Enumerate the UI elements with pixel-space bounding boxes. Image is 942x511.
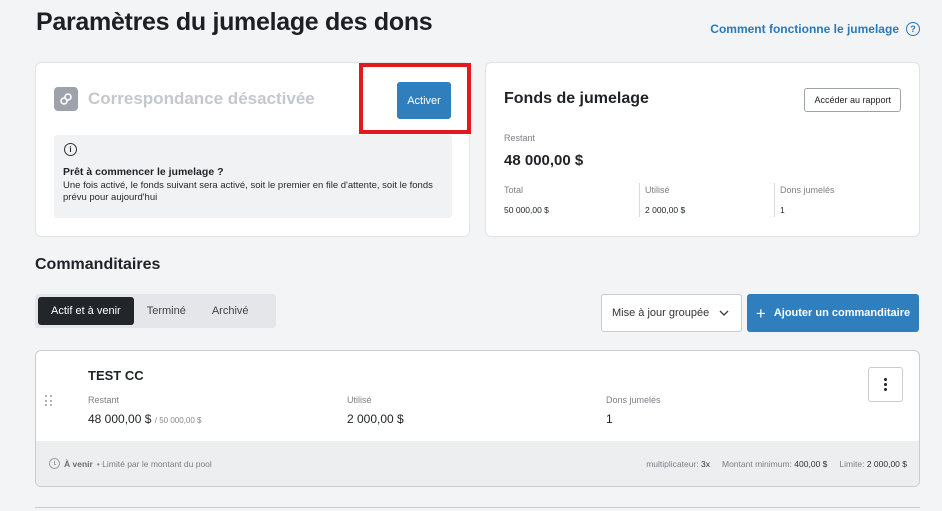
fund-remaining-value: 48 000,00 $ [504,152,584,169]
bulk-update-select[interactable]: Mise à jour groupée [601,294,742,332]
limit-label: Limite: [839,458,865,469]
tab-active-upcoming[interactable]: Actif et à venir [38,297,134,325]
sponsor-used-value: 2 000,00 $ [347,412,404,426]
fund-title: Fonds de jumelage [504,90,649,107]
fund-stat-label: Dons jumelés [780,185,835,195]
tab-completed[interactable]: Terminé [134,297,199,325]
minimum-info: Montant minimum: 400,00 $ [722,459,827,469]
sponsor-remaining-total: / 50 000,00 $ [154,416,202,425]
sponsor-name: TEST CC [88,368,144,383]
multiplier-label: multiplicateur: [646,458,699,469]
sponsor-remaining-label: Restant [88,395,120,405]
sponsor-matched: Dons jumelés 1 [606,395,661,426]
more-options-icon[interactable] [868,367,903,402]
sponsor-remaining-amount: 48 000,00 $ [88,412,152,426]
sponsor-card: TEST CC Restant 48 000,00 $ / 50 000,00 … [35,350,920,487]
add-sponsor-label: Ajouter un commanditaire [773,307,911,319]
link-icon [54,87,78,111]
help-link[interactable]: Comment fonctionne le jumelage ? [710,22,920,36]
chevron-down-icon [719,310,729,316]
sponsor-status: À venir • Limité par le montant du pool [49,458,212,469]
help-link-label: Comment fonctionne le jumelage [710,22,899,36]
add-sponsor-button[interactable]: + Ajouter un commanditaire [747,294,919,332]
fund-stat-value: 2 000,00 $ [645,205,686,215]
sponsor-footer: À venir • Limité par le montant du pool … [36,441,919,486]
matching-fund-card: Fonds de jumelage Accéder au rapport Res… [485,62,920,237]
fund-stat-matched: Dons jumelés 1 [774,183,909,217]
minimum-label: Montant minimum: [722,458,792,469]
sponsor-used-label: Utilisé [347,395,372,405]
sponsor-status-label: À venir [64,458,93,469]
info-title: Prêt à commencer le jumelage ? [63,166,224,178]
info-icon: i [64,143,77,156]
limit-value: 2 000,00 $ [866,458,907,469]
fund-remaining-label: Restant [504,133,536,143]
fund-stat-label: Total [504,185,524,195]
clock-icon [49,458,60,469]
sponsor-matched-value: 1 [606,412,613,426]
view-report-button[interactable]: Accéder au rapport [804,88,901,112]
sponsor-matched-label: Dons jumelés [606,395,661,405]
page-title: Paramètres du jumelage des dons [36,8,433,36]
sponsor-remaining: Restant 48 000,00 $ / 50 000,00 $ [88,395,201,426]
matching-status-text: Correspondance désactivée [88,89,315,108]
info-text: Une fois activé, le fonds suivant sera a… [63,180,433,203]
sponsors-section-title: Commanditaires [35,256,161,273]
fund-stat-total: Total 50 000,00 $ [504,183,639,217]
sponsor-remaining-value: 48 000,00 $ / 50 000,00 $ [88,412,201,426]
sponsor-status-note: • Limité par le montant du pool [96,458,212,469]
info-box: i Prêt à commencer le jumelage ? Une foi… [54,135,452,218]
activate-button[interactable]: Activer [397,82,451,119]
sponsor-settings: multiplicateur: 3x Montant minimum: 400,… [646,459,907,469]
tab-archived[interactable]: Archivé [199,297,262,325]
drag-handle-icon[interactable] [45,395,53,407]
sponsor-used: Utilisé 2 000,00 $ [347,395,404,426]
fund-stats: Total 50 000,00 $ Utilisé 2 000,00 $ Don… [504,183,909,217]
question-icon: ? [906,22,920,36]
matching-status-header: Correspondance désactivée [54,87,315,111]
fund-stat-value: 50 000,00 $ [504,205,549,215]
bulk-update-label: Mise à jour groupée [612,307,710,319]
fund-stat-label: Utilisé [645,185,670,195]
multiplier-value: 3x [701,458,710,469]
plus-icon: + [755,303,766,323]
multiplier-info: multiplicateur: 3x [646,459,710,469]
fund-stat-value: 1 [780,205,785,215]
fund-stat-used: Utilisé 2 000,00 $ [639,183,774,217]
minimum-value: 400,00 $ [794,458,828,469]
matching-status-card: Correspondance désactivée Activer i Prêt… [35,62,471,237]
sponsor-tabs: Actif et à venir Terminé Archivé [35,294,276,328]
next-card-edge [35,507,920,508]
limit-info: Limite: 2 000,00 $ [839,459,907,469]
